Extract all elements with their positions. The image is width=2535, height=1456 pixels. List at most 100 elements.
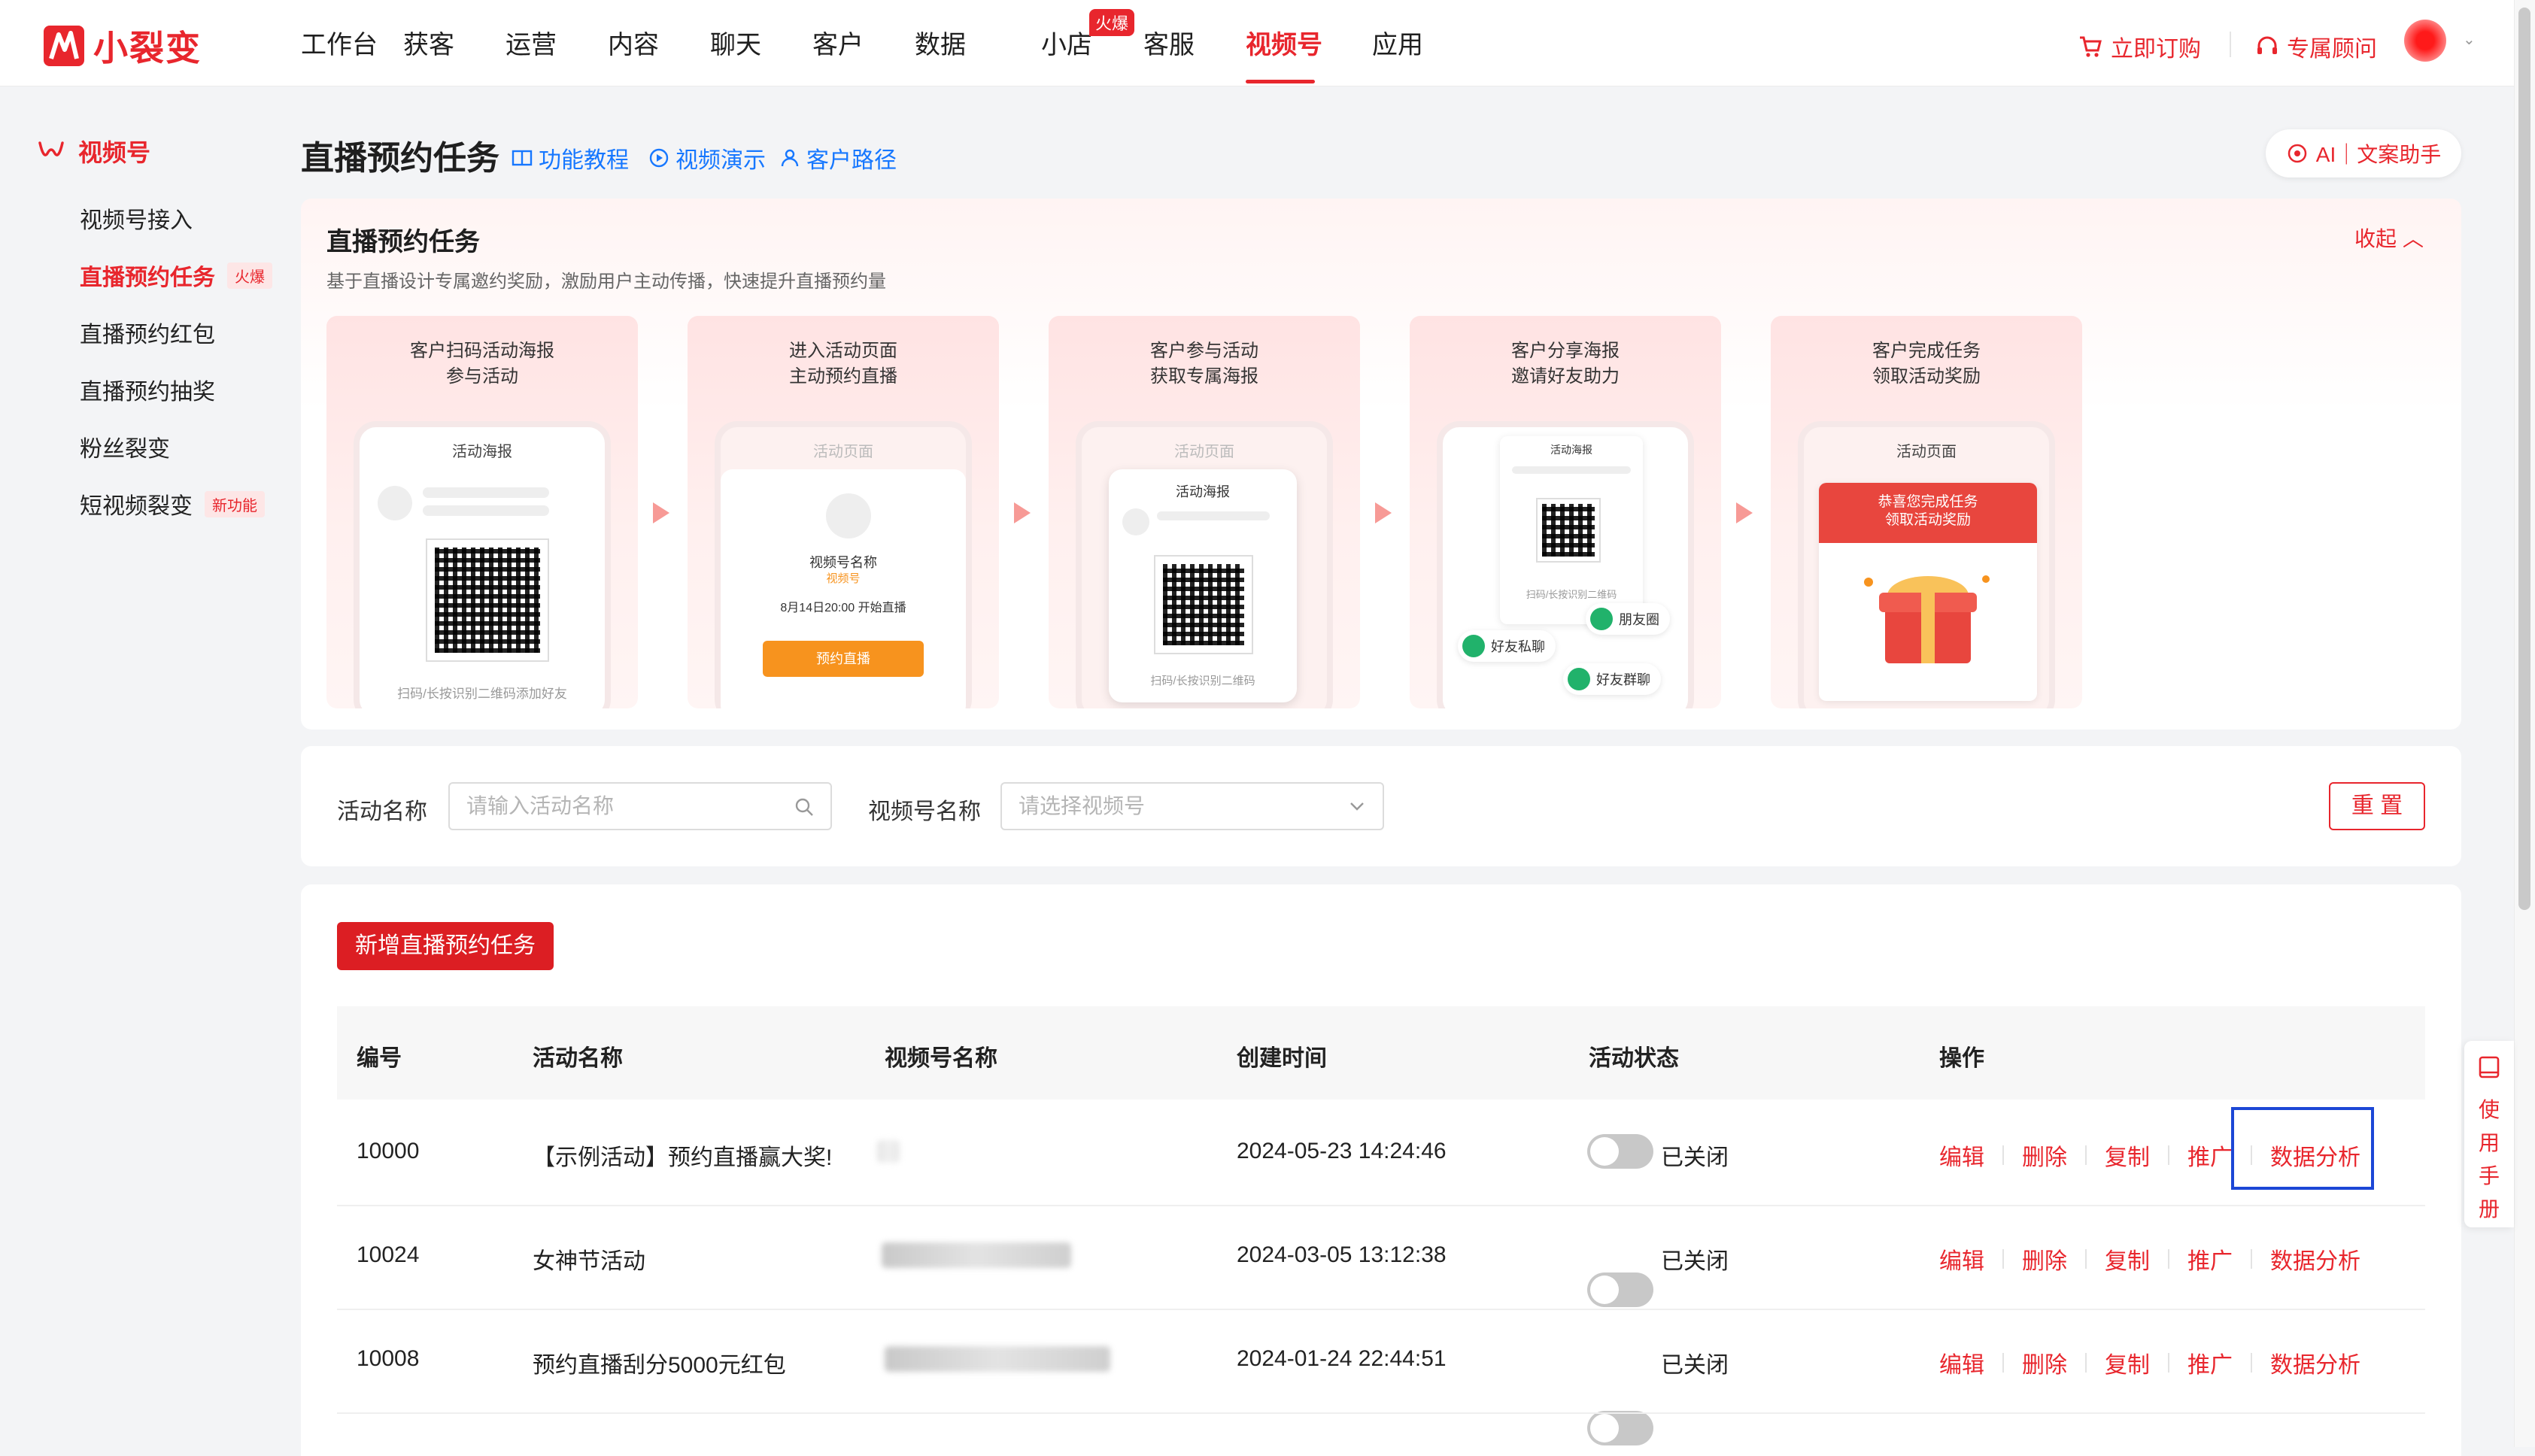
- channel-select-placeholder: 请选择视频号: [1019, 794, 1146, 817]
- column-header-status: 活动状态: [1589, 1046, 1679, 1071]
- consultant-button[interactable]: 专属顾问: [2255, 30, 2377, 63]
- status-toggle[interactable]: [1587, 1272, 1653, 1307]
- status-toggle[interactable]: [1587, 1411, 1653, 1445]
- step-title-line2: 领取活动奖励: [1872, 366, 1981, 387]
- nav-item-content[interactable]: 内容: [608, 24, 659, 61]
- reward-line1: 恭喜您完成任务: [1878, 494, 1978, 510]
- avatar-placeholder: [378, 486, 412, 520]
- add-task-button[interactable]: 新增直播预约任务: [337, 922, 554, 970]
- sidebar-item-fan-fission[interactable]: 粉丝裂变: [80, 430, 170, 463]
- nav-item-operation[interactable]: 运营: [505, 24, 557, 61]
- row-divider: [337, 1412, 2425, 1414]
- edit-link[interactable]: 编辑: [1939, 1139, 1984, 1172]
- sidebar-item-short-video-fission[interactable]: 短视频裂变 新功能: [80, 487, 265, 520]
- customer-path-link[interactable]: 客户路径: [779, 141, 897, 174]
- top-divider: [2230, 32, 2231, 57]
- copy-link[interactable]: 复制: [2105, 1242, 2150, 1276]
- nav-item-apps[interactable]: 应用: [1372, 24, 1423, 61]
- separator: [2002, 1353, 2004, 1373]
- poster-title: 活动海报: [1176, 484, 1230, 499]
- sidebar-item-label: 视频号接入: [80, 208, 193, 233]
- promote-link[interactable]: 推广: [2187, 1242, 2233, 1276]
- promote-link[interactable]: 推广: [2187, 1346, 2233, 1379]
- column-header-actions: 操作: [1939, 1046, 1984, 1071]
- ai-copywriting-assistant-button[interactable]: AI｜文案助手: [2266, 129, 2461, 177]
- sidebar-item-live-lottery[interactable]: 直播预约抽奖: [80, 373, 215, 406]
- phone-mockup: 活动页面 活动海报 扫码/长按识别二维码: [1076, 421, 1333, 708]
- poster-card: 活动海报 扫码/长按识别二维码: [1500, 436, 1643, 624]
- cell-created-time: 2024-05-23 14:24:46: [1237, 1139, 1447, 1163]
- promote-link[interactable]: 推广: [2187, 1139, 2233, 1172]
- sidebar-item-live-red-packet[interactable]: 直播预约红包: [80, 316, 215, 349]
- cell-created-time: 2024-01-24 22:44:51: [1237, 1346, 1447, 1371]
- reward-card: 恭喜您完成任务 领取活动奖励: [1819, 483, 2037, 701]
- status-toggle[interactable]: [1587, 1134, 1653, 1169]
- data-analysis-link[interactable]: 数据分析: [2270, 1242, 2360, 1276]
- scrollbar-thumb[interactable]: [2518, 8, 2530, 910]
- table-header: [337, 1006, 2425, 1100]
- edit-link[interactable]: 编辑: [1939, 1346, 1984, 1379]
- sidebar-item-channel-access[interactable]: 视频号接入: [80, 202, 193, 235]
- sidebar-item-label: 短视频裂变: [80, 494, 193, 519]
- status-text: 已关闭: [1661, 1145, 1729, 1170]
- nav-item-acquire[interactable]: 获客: [403, 24, 454, 61]
- reset-button[interactable]: 重 置: [2329, 782, 2425, 830]
- collapse-button[interactable]: 收起 ︿: [2354, 223, 2424, 253]
- column-header-id: 编号: [357, 1046, 402, 1071]
- separator: [2168, 1145, 2169, 1165]
- step-card-reserve-live: 进入活动页面 主动预约直播 活动页面 视频号名称 视频号 8月14日20:00 开…: [688, 316, 999, 708]
- tutorial-link[interactable]: 功能教程: [512, 141, 629, 174]
- nav-item-workbench[interactable]: 工作台: [301, 24, 378, 61]
- separator: [2002, 1249, 2004, 1269]
- copy-link[interactable]: 复制: [2105, 1346, 2150, 1379]
- sidebar-section-label: 视频号: [78, 139, 151, 166]
- phone-mockup: 活动海报 扫码/长按识别二维码 朋友圈 好友私聊 好友群聊: [1437, 421, 1694, 708]
- channel-select[interactable]: 请选择视频号: [1000, 782, 1384, 830]
- nav-item-service[interactable]: 客服: [1143, 24, 1195, 61]
- separator: [2085, 1249, 2087, 1269]
- live-card: 视频号名称 视频号 8月14日20:00 开始直播 预约直播: [721, 469, 966, 708]
- step-title-line1: 客户分享海报: [1511, 341, 1620, 361]
- delete-link[interactable]: 删除: [2022, 1139, 2067, 1172]
- share-private-chat-bubble: 好友私聊: [1458, 630, 1556, 662]
- arrow-right-icon: [653, 502, 669, 523]
- subscribe-button[interactable]: 立即订购: [2078, 30, 2201, 63]
- nav-item-chat[interactable]: 聊天: [710, 24, 761, 61]
- delete-link[interactable]: 删除: [2022, 1346, 2067, 1379]
- delete-link[interactable]: 删除: [2022, 1242, 2067, 1276]
- avatar[interactable]: [2404, 20, 2446, 62]
- video-demo-link[interactable]: 视频演示: [648, 141, 766, 174]
- ai-icon: [2288, 144, 2307, 163]
- cell-created-time: 2024-03-05 13:12:38: [1237, 1242, 1447, 1267]
- copy-link[interactable]: 复制: [2105, 1139, 2150, 1172]
- cell-activity-name: 【示例活动】预约直播赢大奖!: [533, 1145, 833, 1170]
- nav-item-channels[interactable]: 视频号: [1246, 24, 1322, 61]
- step-title-line1: 客户参与活动: [1150, 341, 1258, 361]
- subscribe-label: 立即订购: [2111, 37, 2201, 62]
- row-divider: [337, 1309, 2425, 1310]
- separator: [2251, 1249, 2252, 1269]
- data-analysis-link[interactable]: 数据分析: [2270, 1346, 2360, 1379]
- chevron-down-icon: [1350, 802, 1364, 811]
- skeleton-line: [1157, 511, 1270, 520]
- brand-logo[interactable]: 小裂变: [44, 21, 202, 71]
- chevron-down-icon[interactable]: ⌄: [2463, 30, 2476, 49]
- nav-item-shop[interactable]: 小店: [1041, 24, 1092, 61]
- sidebar-item-label: 直播预约抽奖: [80, 380, 215, 405]
- sidebar-item-live-reservation-task[interactable]: 直播预约任务 火爆: [80, 259, 272, 292]
- activity-name-input[interactable]: 请输入活动名称: [448, 782, 832, 830]
- activity-name-label: 活动名称: [337, 799, 427, 824]
- nav-item-customer[interactable]: 客户: [812, 24, 864, 61]
- channel-name-blurred: [882, 1242, 1071, 1268]
- nav-item-data[interactable]: 数据: [915, 24, 966, 61]
- qr-code-icon: [427, 540, 548, 660]
- phone-title: 活动页面: [1896, 444, 1957, 460]
- active-tab-indicator: [1246, 80, 1315, 83]
- share-moments-bubble: 朋友圈: [1586, 603, 1670, 635]
- channel-avatar: [826, 493, 871, 538]
- skeleton-line: [423, 487, 549, 498]
- edit-link[interactable]: 编辑: [1939, 1242, 1984, 1276]
- bubble-label: 好友群聊: [1596, 672, 1650, 687]
- qr-code-icon: [1538, 499, 1599, 561]
- live-time: 8月14日20:00 开始直播: [780, 602, 906, 614]
